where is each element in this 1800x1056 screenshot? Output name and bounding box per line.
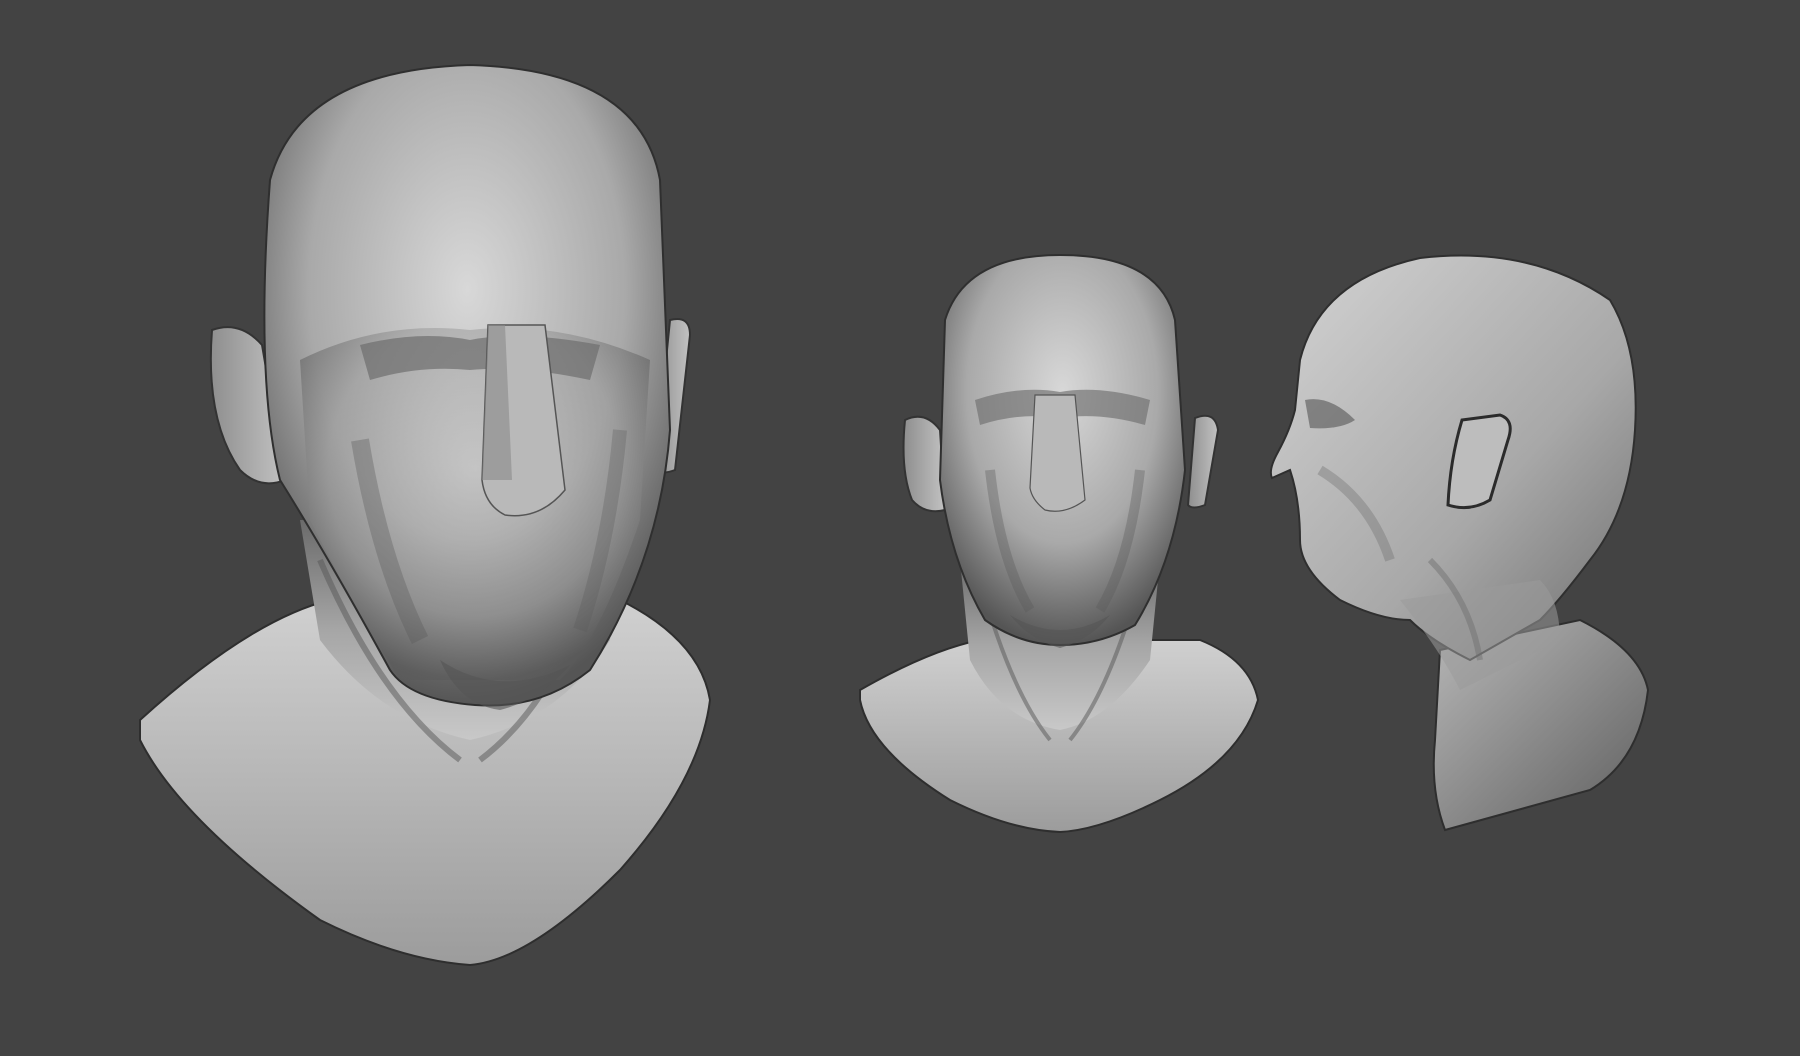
head-front-small[interactable] [859,253,1260,834]
sculpt-render [139,63,1650,967]
head-side[interactable] [1269,254,1650,832]
viewport-canvas[interactable] [0,0,1800,1056]
head-front-large[interactable] [139,63,712,967]
